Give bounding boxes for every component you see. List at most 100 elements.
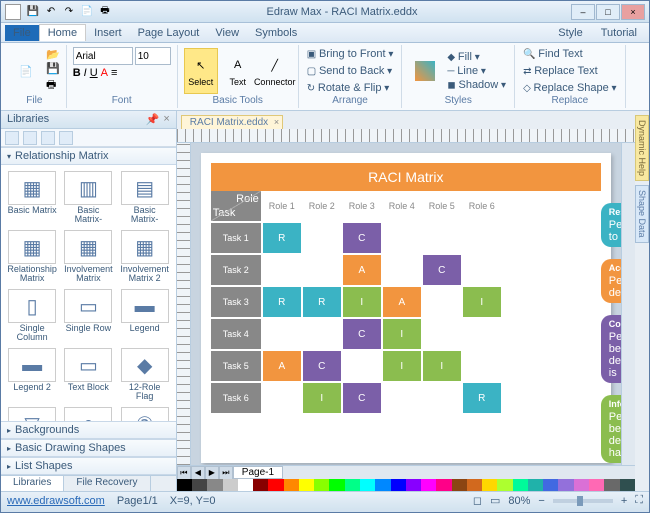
rotate-flip-button[interactable]: ↻ Rotate & Flip ▾ xyxy=(305,81,392,95)
lib-btn-4[interactable] xyxy=(59,131,73,145)
tab-symbols[interactable]: Symbols xyxy=(247,25,305,41)
send-to-back-button[interactable]: ▢ Send to Back ▾ xyxy=(305,64,394,78)
lib-btn-2[interactable] xyxy=(23,131,37,145)
replace-text-button[interactable]: ⇄ Replace Text xyxy=(521,64,600,78)
library-item[interactable]: ▯Single Column xyxy=(5,287,59,344)
font-family-select[interactable] xyxy=(73,47,133,65)
section-list-shapes[interactable]: List Shapes xyxy=(1,457,176,475)
tab-page-layout[interactable]: Page Layout xyxy=(130,25,208,41)
new-document-button[interactable]: 📄 xyxy=(9,48,43,94)
library-item[interactable]: ②Numbering xyxy=(118,405,172,421)
color-swatch[interactable] xyxy=(406,479,421,491)
zoom-slider[interactable] xyxy=(553,499,613,503)
raci-grid[interactable]: TaskRoleRole 1Role 2Role 3Role 4Role 5Ro… xyxy=(211,191,601,413)
document-tab[interactable]: RACI Matrix.eddx xyxy=(181,115,283,129)
raci-cell[interactable]: C xyxy=(423,255,461,285)
quick-styles-button[interactable] xyxy=(408,48,442,94)
color-swatch[interactable] xyxy=(421,479,436,491)
color-swatch[interactable] xyxy=(543,479,558,491)
select-tool-button[interactable]: ↖ Select xyxy=(184,48,218,94)
italic-button[interactable]: I xyxy=(84,67,87,79)
raci-cell[interactable]: R xyxy=(263,287,301,317)
raci-cell[interactable] xyxy=(383,383,421,413)
next-page-button[interactable]: ▶ xyxy=(205,466,219,480)
color-swatch[interactable] xyxy=(513,479,528,491)
section-basic-drawing[interactable]: Basic Drawing Shapes xyxy=(1,439,176,457)
color-swatch[interactable] xyxy=(238,479,253,491)
raci-cell[interactable] xyxy=(303,319,341,349)
print-icon[interactable]: 🖶 xyxy=(97,4,113,20)
color-swatch[interactable] xyxy=(360,479,375,491)
replace-shape-button[interactable]: ◇ Replace Shape ▾ xyxy=(521,81,619,95)
color-swatch[interactable] xyxy=(604,479,619,491)
raci-cell[interactable] xyxy=(423,287,461,317)
color-swatch[interactable] xyxy=(284,479,299,491)
font-color-button[interactable]: A xyxy=(101,67,108,79)
raci-cell[interactable]: C xyxy=(343,223,381,253)
raci-cell[interactable]: I xyxy=(303,383,341,413)
library-item[interactable]: ▭Text Block xyxy=(61,346,115,403)
find-text-button[interactable]: 🔍 Find Text xyxy=(521,47,585,61)
raci-cell[interactable]: A xyxy=(263,351,301,381)
page[interactable]: RACI Matrix TaskRoleRole 1Role 2Role 3Ro… xyxy=(201,153,611,463)
bullets-button[interactable]: ≡ xyxy=(111,67,117,79)
legend-consulted[interactable]: ConsultedPerson who must be consulted de… xyxy=(601,315,621,383)
raci-cell[interactable]: A xyxy=(383,287,421,317)
raci-cell[interactable] xyxy=(343,351,381,381)
color-swatch[interactable] xyxy=(436,479,451,491)
library-item[interactable]: ▥Basic Matrix-Verti... xyxy=(61,169,115,226)
tab-file[interactable]: File xyxy=(5,25,39,41)
bring-to-front-button[interactable]: ▣ Bring to Front ▾ xyxy=(305,47,396,61)
raci-cell[interactable] xyxy=(463,351,501,381)
fullscreen-icon[interactable]: ⛶ xyxy=(635,494,643,507)
save-icon[interactable]: 💾 xyxy=(46,62,60,75)
lib-btn-1[interactable] xyxy=(5,131,19,145)
save-icon[interactable]: 💾 xyxy=(25,4,41,20)
raci-cell[interactable] xyxy=(463,255,501,285)
raci-cell[interactable]: R xyxy=(263,223,301,253)
raci-cell[interactable]: I xyxy=(383,351,421,381)
minimize-button[interactable]: – xyxy=(571,4,595,20)
library-item[interactable]: ▦Relationship Matrix xyxy=(5,228,59,285)
undo-icon[interactable]: ↶ xyxy=(43,4,59,20)
raci-cell[interactable] xyxy=(423,319,461,349)
tutorial-dropdown[interactable]: Tutorial xyxy=(593,25,645,41)
text-tool-button[interactable]: A Text xyxy=(221,48,255,94)
raci-cell[interactable] xyxy=(423,223,461,253)
tab-home[interactable]: Home xyxy=(39,24,86,41)
raci-cell[interactable] xyxy=(263,383,301,413)
view-fit-icon[interactable]: ▭ xyxy=(490,494,500,507)
library-item[interactable]: ●Colorful Circle Flag xyxy=(61,405,115,421)
color-swatch[interactable] xyxy=(391,479,406,491)
color-swatch[interactable] xyxy=(223,479,238,491)
new-icon[interactable]: 📄 xyxy=(79,4,95,20)
first-page-button[interactable]: ⏮ xyxy=(177,466,191,480)
raci-cell[interactable] xyxy=(263,319,301,349)
color-swatch[interactable] xyxy=(467,479,482,491)
raci-cell[interactable] xyxy=(383,255,421,285)
library-item[interactable]: ▦Involvement Matrix 2 xyxy=(118,228,172,285)
canvas[interactable]: RACI Matrix TaskRoleRole 1Role 2Role 3Ro… xyxy=(191,143,621,465)
raci-cell[interactable] xyxy=(463,223,501,253)
line-button[interactable]: ─ Line ▾ xyxy=(445,64,508,78)
page-tab[interactable]: Page-1 xyxy=(233,466,283,479)
print-icon[interactable]: 🖶 xyxy=(46,76,60,95)
legend-informed[interactable]: InformedPerson who must be informed deci… xyxy=(601,395,621,463)
raci-cell[interactable]: R xyxy=(303,287,341,317)
raci-cell[interactable] xyxy=(263,255,301,285)
underline-button[interactable]: U xyxy=(90,67,98,79)
zoom-in-button[interactable]: + xyxy=(621,495,627,507)
color-swatch[interactable] xyxy=(620,479,635,491)
color-swatch[interactable] xyxy=(329,479,344,491)
bold-button[interactable]: B xyxy=(73,67,81,79)
shadow-button[interactable]: ◼ Shadow ▾ xyxy=(445,78,508,92)
footer-tab-file-recovery[interactable]: File Recovery xyxy=(64,476,150,491)
legend-accountable[interactable]: AccountablePerson makes final decision o… xyxy=(601,259,621,303)
zoom-out-button[interactable]: − xyxy=(538,495,544,507)
tab-insert[interactable]: Insert xyxy=(86,25,130,41)
color-swatch[interactable] xyxy=(268,479,283,491)
maximize-button[interactable]: □ xyxy=(596,4,620,20)
footer-tab-libraries[interactable]: Libraries xyxy=(1,476,64,491)
legend-responsible[interactable]: ResponsiblePerson assigned to do xyxy=(601,203,621,247)
close-panel-icon[interactable]: × xyxy=(163,113,169,126)
